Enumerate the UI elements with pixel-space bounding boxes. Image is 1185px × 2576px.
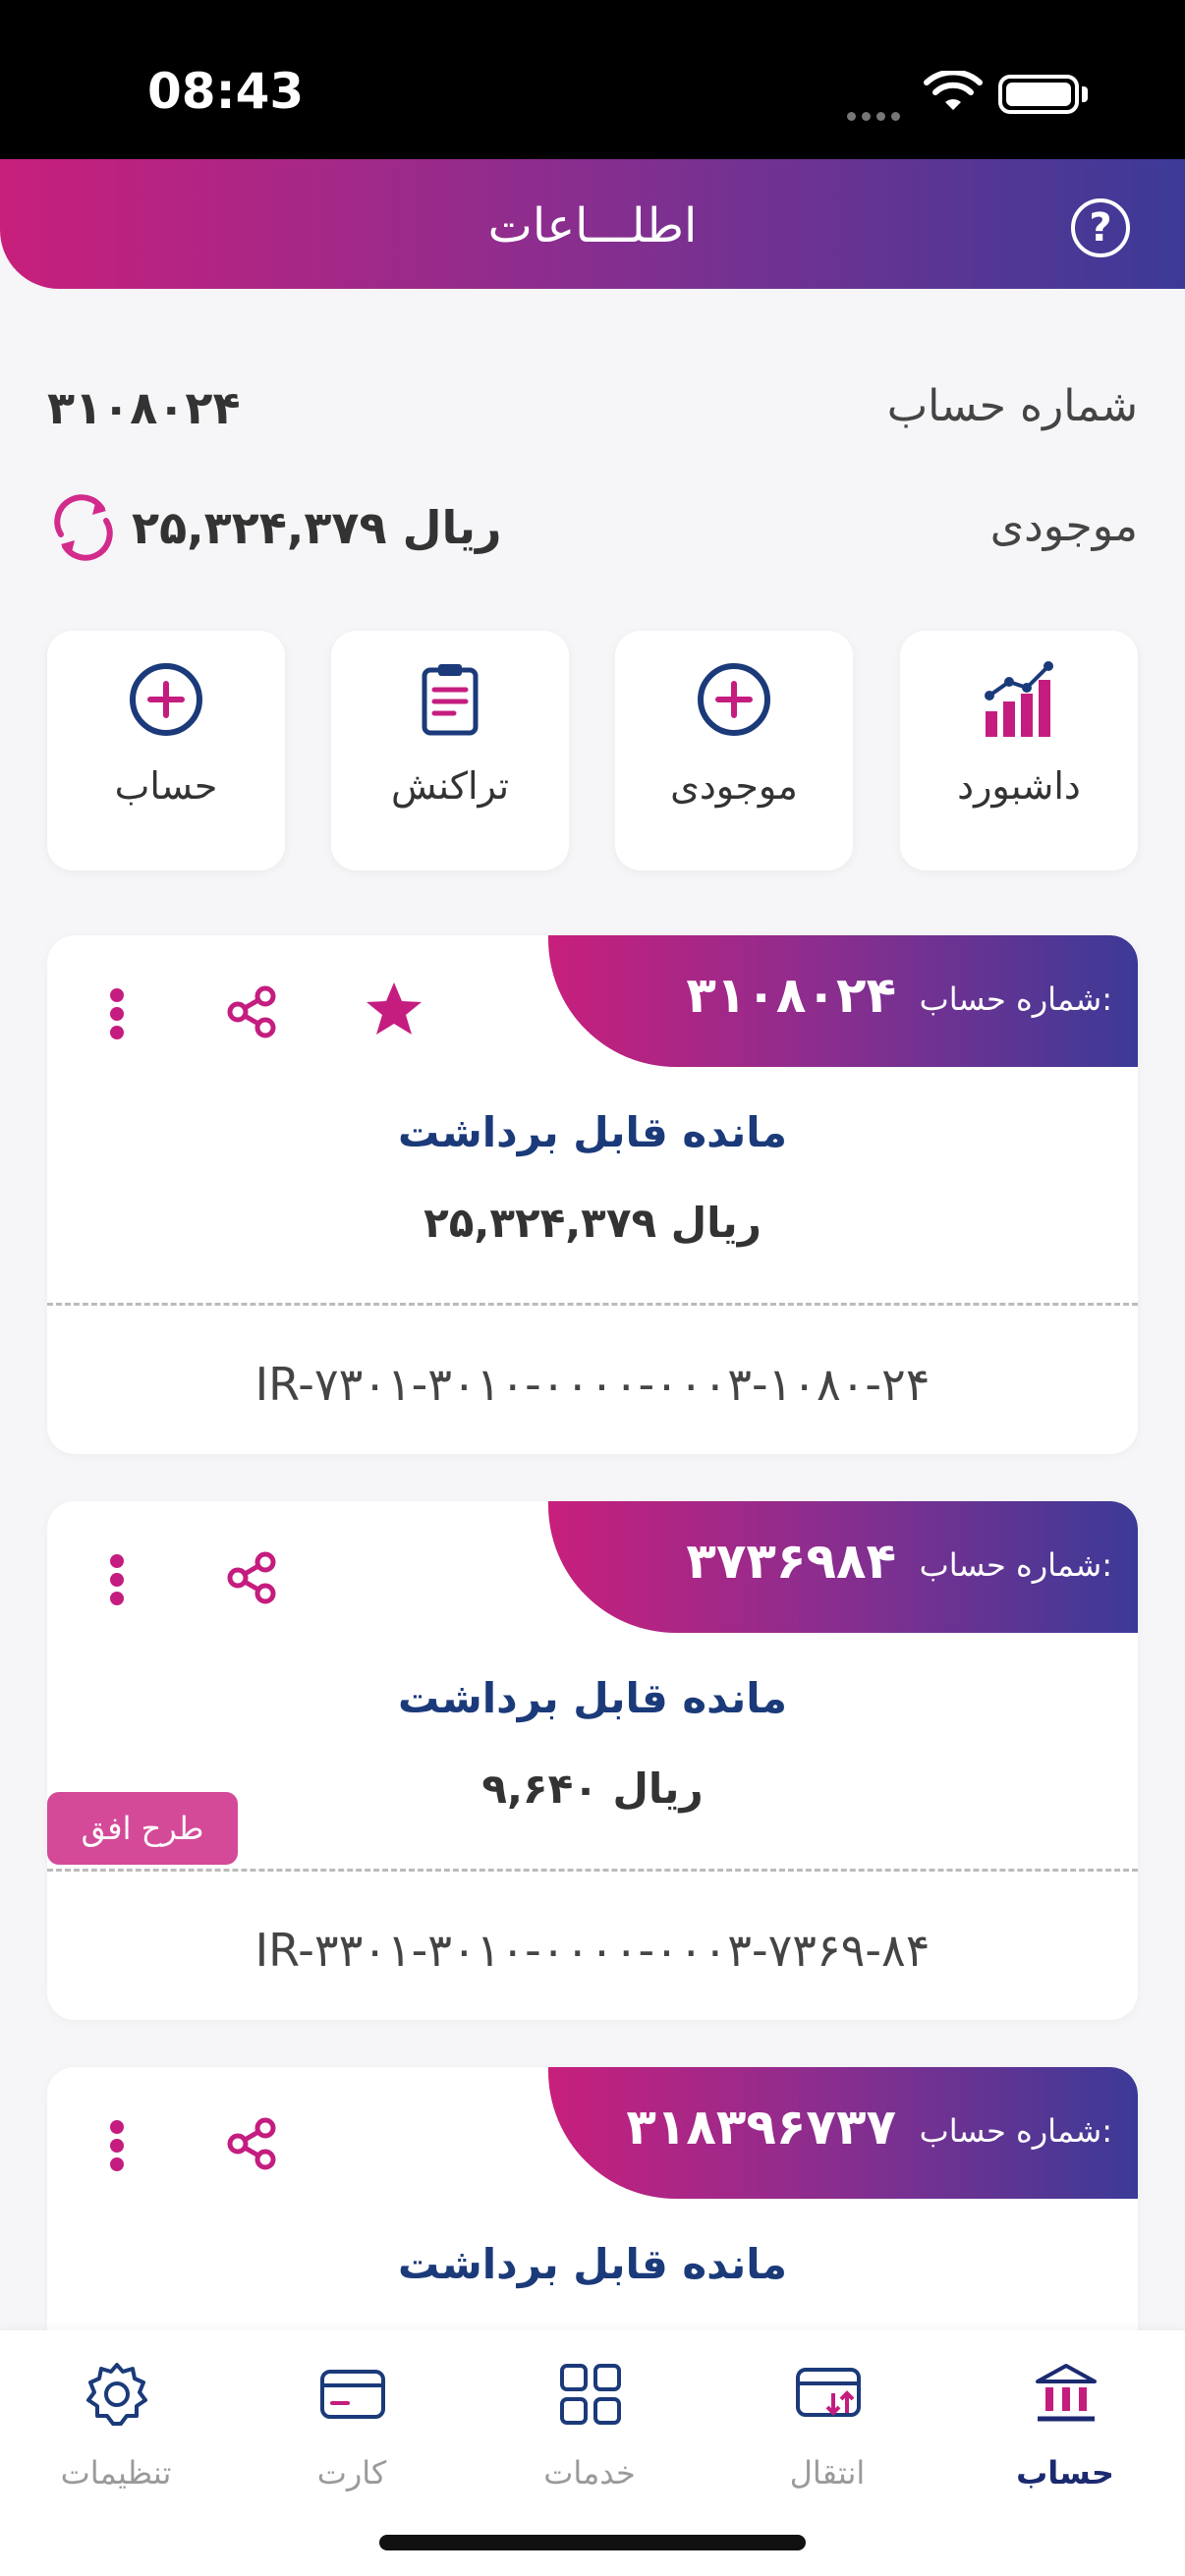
share-icon[interactable] — [224, 1550, 279, 1605]
tab-card[interactable]: کارت — [254, 2360, 450, 2497]
plus-circle-icon — [130, 663, 202, 736]
tab-label: کارت — [316, 2454, 387, 2492]
status-time: 08:43 — [147, 63, 305, 120]
action-label: حساب — [114, 764, 218, 808]
more-icon[interactable] — [102, 984, 132, 1043]
action-transaction[interactable]: تراکنش — [331, 631, 569, 870]
signal-icon — [847, 106, 908, 121]
tab-label: انتقال — [789, 2454, 866, 2492]
account-card[interactable]: شماره حساب: ۳۱۰۸۰۲۴ مانده قابل برداشت ۲۵… — [47, 935, 1138, 1454]
app-header: اطلـــاعات ? — [0, 159, 1185, 289]
card-account-label: شماره حساب: — [919, 980, 1112, 1018]
chart-icon — [985, 661, 1053, 737]
status-bar: 08:43 — [0, 0, 1185, 159]
card-account-label: شماره حساب: — [919, 2112, 1112, 2150]
available-balance-label: مانده قابل برداشت — [398, 2240, 787, 2288]
account-number-label: شماره حساب — [886, 381, 1138, 431]
action-balance[interactable]: موجودی — [615, 631, 853, 870]
balance-label: موجودی — [989, 501, 1138, 551]
home-indicator — [379, 2535, 806, 2550]
transfer-icon — [796, 2368, 861, 2417]
more-icon[interactable] — [102, 2116, 132, 2175]
tab-services[interactable]: خدمات — [491, 2360, 688, 2497]
clipboard-icon — [422, 664, 479, 736]
action-account[interactable]: حساب — [47, 631, 285, 870]
available-balance-amount: ۲۵,۳۲۴,۳۷۹ ریال — [423, 1199, 762, 1247]
action-label: موجودی — [670, 764, 798, 808]
star-icon[interactable] — [364, 979, 424, 1039]
divider — [47, 1303, 1138, 1306]
gear-icon — [86, 2363, 147, 2426]
quick-actions: داشبورد موجودی تراکنش حساب — [47, 631, 1138, 870]
card-caption: شماره حساب: ۳۱۰۸۰۲۴ — [548, 935, 1138, 1067]
account-number-value: ۳۱۰۸۰۲۴ — [47, 381, 241, 434]
card-account-number: ۳۷۳۶۹۸۴ — [686, 1533, 896, 1590]
card-account-label: شماره حساب: — [919, 1546, 1112, 1584]
account-card[interactable]: شماره حساب: ۳۷۳۶۹۸۴ مانده قابل برداشت ۹,… — [47, 1501, 1138, 2020]
available-balance-label: مانده قابل برداشت — [398, 1674, 787, 1722]
action-dashboard[interactable]: داشبورد — [900, 631, 1138, 870]
plus-circle-icon — [698, 663, 770, 736]
tab-account[interactable]: حساب — [967, 2360, 1163, 2497]
action-label: تراکنش — [390, 764, 510, 808]
card-account-number: ۳۱۰۸۰۲۴ — [686, 967, 896, 1024]
account-number-row: شماره حساب ۳۱۰۸۰۲۴ — [47, 371, 1138, 440]
refresh-icon[interactable] — [47, 491, 120, 564]
page-title: اطلـــاعات — [487, 198, 698, 253]
wifi-icon — [924, 71, 983, 110]
card-caption: شماره حساب: ۳۱۸۳۹۶۷۳۷ — [548, 2067, 1138, 2199]
more-icon[interactable] — [102, 1550, 132, 1609]
iban: IR-۷۳۰۱-۳۰۱۰-۰۰۰۰-۰۰۰۳-۱۰۸۰-۲۴ — [254, 1358, 931, 1411]
plan-badge: طرح افق — [47, 1792, 238, 1865]
available-balance-label: مانده قابل برداشت — [398, 1108, 787, 1156]
tab-settings[interactable]: تنظیمات — [18, 2360, 214, 2497]
iban: IR-۳۳۰۱-۳۰۱۰-۰۰۰۰-۰۰۰۳-۷۳۶۹-۸۴ — [254, 1924, 931, 1977]
bank-icon — [1036, 2364, 1097, 2422]
tab-label: حساب — [1016, 2454, 1114, 2492]
card-account-number: ۳۱۸۳۹۶۷۳۷ — [626, 2099, 896, 2156]
battery-icon — [998, 75, 1079, 114]
tab-label: خدمات — [543, 2454, 636, 2492]
share-icon[interactable] — [224, 984, 279, 1039]
help-icon[interactable]: ? — [1071, 198, 1130, 257]
balance-row: موجودی ۲۵,۳۲۴,۳۷۹ ریال — [47, 491, 1138, 561]
card-caption: شماره حساب: ۳۷۳۶۹۸۴ — [548, 1501, 1138, 1633]
action-label: داشبورد — [957, 764, 1081, 808]
card-icon — [320, 2370, 385, 2419]
divider — [47, 1869, 1138, 1872]
balance-value: ۲۵,۳۲۴,۳۷۹ ریال — [132, 501, 502, 554]
grid-icon — [560, 2364, 621, 2425]
share-icon[interactable] — [224, 2116, 279, 2171]
tab-label: تنظیمات — [60, 2454, 172, 2492]
tab-transfer[interactable]: انتقال — [729, 2360, 926, 2497]
